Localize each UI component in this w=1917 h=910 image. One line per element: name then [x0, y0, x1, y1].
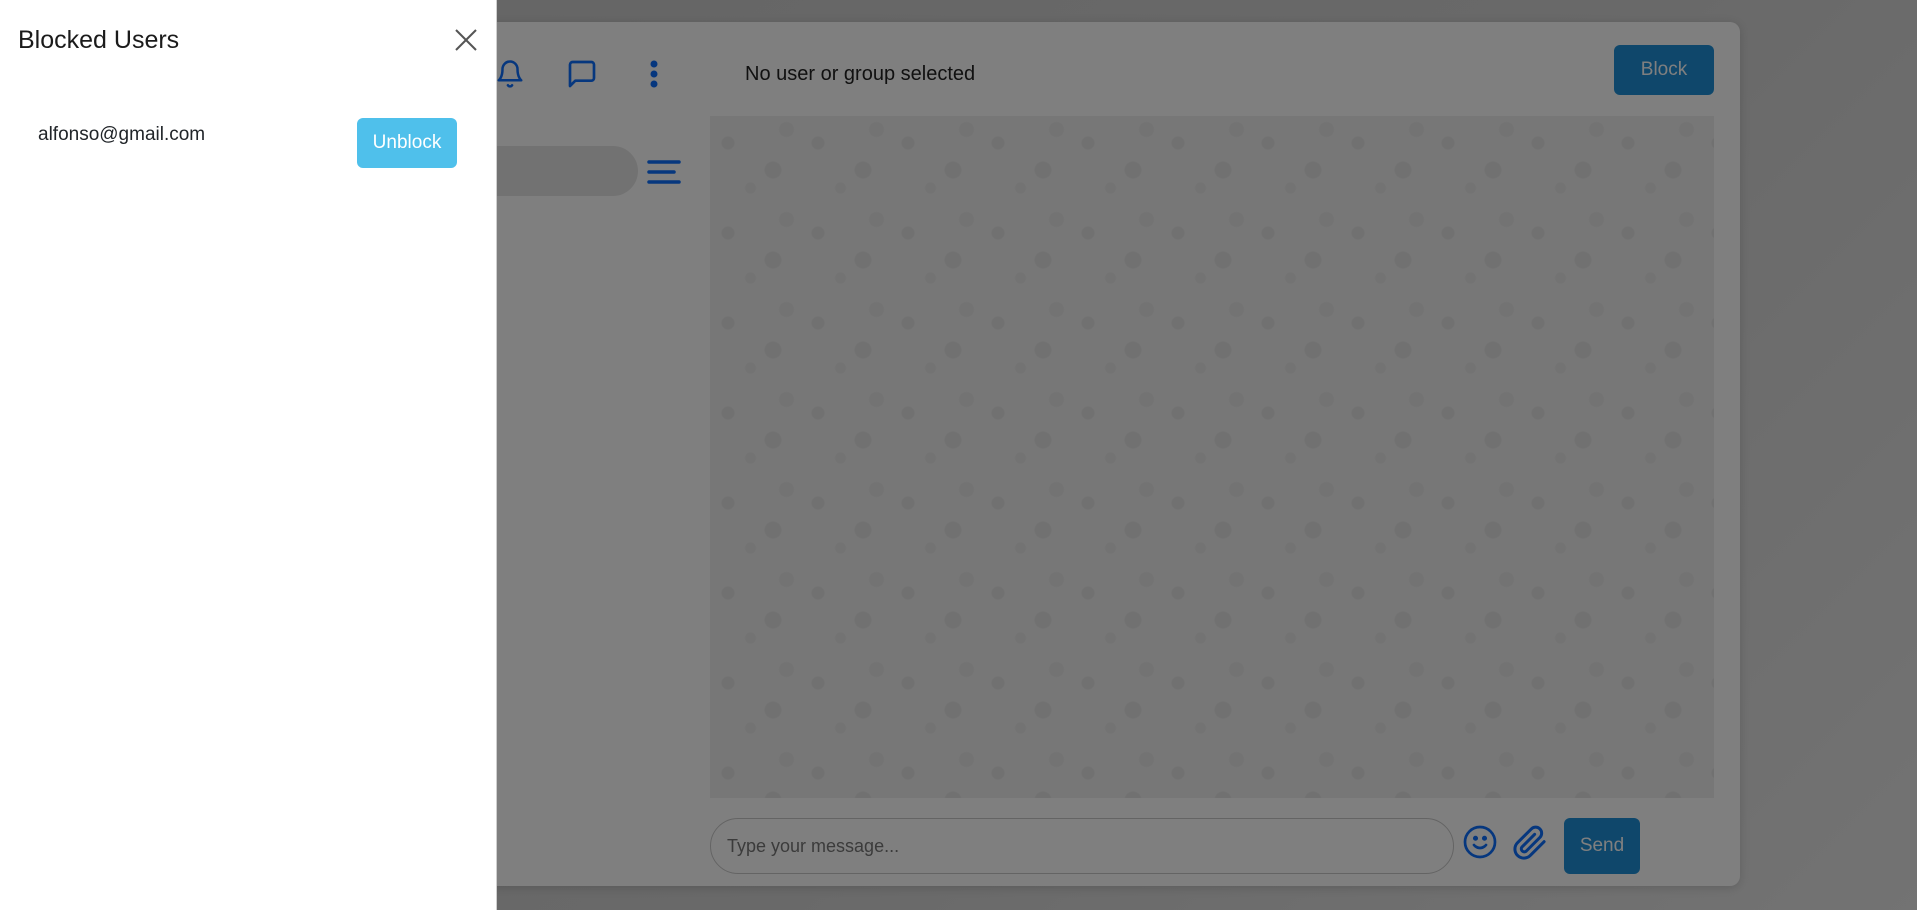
blocked-user-email: alfonso@gmail.com: [38, 124, 206, 145]
unblock-button[interactable]: Unblock: [357, 118, 457, 168]
list-item: alfonso@gmail.com Unblock: [38, 118, 458, 170]
blocked-users-panel: Blocked Users alfonso@gmail.com Unblock: [0, 0, 497, 910]
close-icon[interactable]: [452, 26, 480, 54]
panel-title: Blocked Users: [18, 26, 180, 54]
